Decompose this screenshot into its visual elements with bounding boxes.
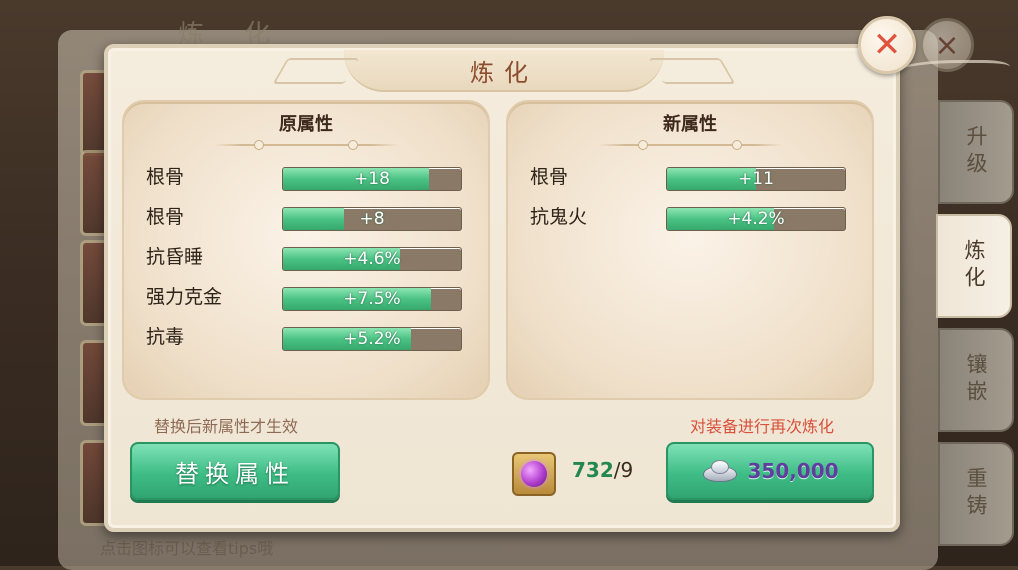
replace-hint: 替换后新属性才生效 bbox=[154, 417, 299, 436]
silver-ingot-icon bbox=[701, 460, 738, 482]
new-attributes-box: 新属性 根骨 +11 抗鬼火 +4.2% bbox=[506, 100, 874, 400]
purple-gem-icon[interactable] bbox=[512, 452, 556, 496]
attribute-bar: +11 bbox=[666, 167, 846, 191]
attribute-value: +11 bbox=[738, 169, 774, 189]
dialog-title: 炼化 bbox=[470, 58, 538, 87]
attribute-bar: +8 bbox=[282, 207, 462, 231]
new-attributes-header: 新属性 bbox=[663, 114, 717, 135]
original-attributes-box: 原属性 根骨 +18 根骨 +8 抗昏睡 +4.6% 强力克金 +7.5% 抗毒 +5.2% bbox=[122, 100, 490, 400]
attribute-bar: +4.6% bbox=[282, 247, 462, 271]
tab-label: 炼化 bbox=[962, 239, 986, 293]
attribute-bar: +7.5% bbox=[282, 287, 462, 311]
attribute-bar: +4.2% bbox=[666, 207, 846, 231]
attribute-bar: +18 bbox=[282, 167, 462, 191]
attribute-value: +18 bbox=[354, 169, 390, 189]
ornament-divider bbox=[214, 140, 398, 150]
attribute-row: 抗昏睡 +4.6% bbox=[146, 244, 466, 271]
refine-hint: 对装备进行再次炼化 bbox=[690, 417, 835, 436]
replace-button-label: 替换属性 bbox=[175, 459, 295, 488]
material-count: 732/9 bbox=[572, 458, 633, 482]
attribute-row: 根骨 +18 bbox=[146, 164, 466, 191]
attribute-value: +5.2% bbox=[343, 329, 401, 349]
attribute-row: 根骨 +8 bbox=[146, 204, 466, 231]
attribute-name: 抗鬼火 bbox=[530, 206, 588, 228]
attribute-row: 抗鬼火 +4.2% bbox=[530, 204, 850, 231]
tab-upgrade[interactable]: 升级 bbox=[938, 100, 1014, 204]
ornament-divider bbox=[598, 140, 782, 150]
attribute-row: 抗毒 +5.2% bbox=[146, 324, 466, 351]
attribute-name: 根骨 bbox=[146, 166, 185, 188]
replace-attributes-button[interactable]: 替换属性 bbox=[130, 442, 340, 500]
tab-recast[interactable]: 重铸 bbox=[938, 442, 1014, 546]
refine-dialog: 炼化 原属性 根骨 +18 根骨 +8 抗昏睡 +4.6% 强力克金 +7.5% 抗毒 +5.2%… bbox=[104, 44, 900, 532]
dialog-title-band: 炼化 bbox=[344, 50, 664, 92]
attribute-value: +7.5% bbox=[343, 289, 401, 309]
tab-label: 升级 bbox=[964, 125, 988, 179]
attribute-value: +4.2% bbox=[727, 209, 785, 229]
attribute-name: 根骨 bbox=[146, 206, 185, 228]
tab-inlay[interactable]: 镶嵌 bbox=[938, 328, 1014, 432]
attribute-bar: +5.2% bbox=[282, 327, 462, 351]
refine-cost: 350,000 bbox=[747, 459, 839, 483]
material-need: /9 bbox=[613, 458, 634, 482]
attribute-name: 强力克金 bbox=[146, 286, 223, 308]
attribute-value: +8 bbox=[359, 209, 385, 229]
original-attributes-header: 原属性 bbox=[279, 114, 333, 135]
attribute-value: +4.6% bbox=[343, 249, 401, 269]
attribute-row: 根骨 +11 bbox=[530, 164, 850, 191]
attribute-name: 抗毒 bbox=[146, 326, 185, 348]
material-have: 732 bbox=[572, 458, 614, 482]
attribute-row: 强力克金 +7.5% bbox=[146, 284, 466, 311]
close-icon[interactable]: ✕ bbox=[858, 16, 916, 74]
tab-label: 镶嵌 bbox=[964, 353, 988, 407]
refine-again-button[interactable]: 350,000 bbox=[666, 442, 874, 500]
tab-refine[interactable]: 炼化 bbox=[936, 214, 1012, 318]
tab-label: 重铸 bbox=[964, 467, 988, 521]
background-hint: 点击图标可以查看tips哦 bbox=[100, 539, 274, 558]
gem-stone bbox=[521, 461, 547, 487]
attribute-name: 抗昏睡 bbox=[146, 246, 204, 268]
attribute-name: 根骨 bbox=[530, 166, 569, 188]
